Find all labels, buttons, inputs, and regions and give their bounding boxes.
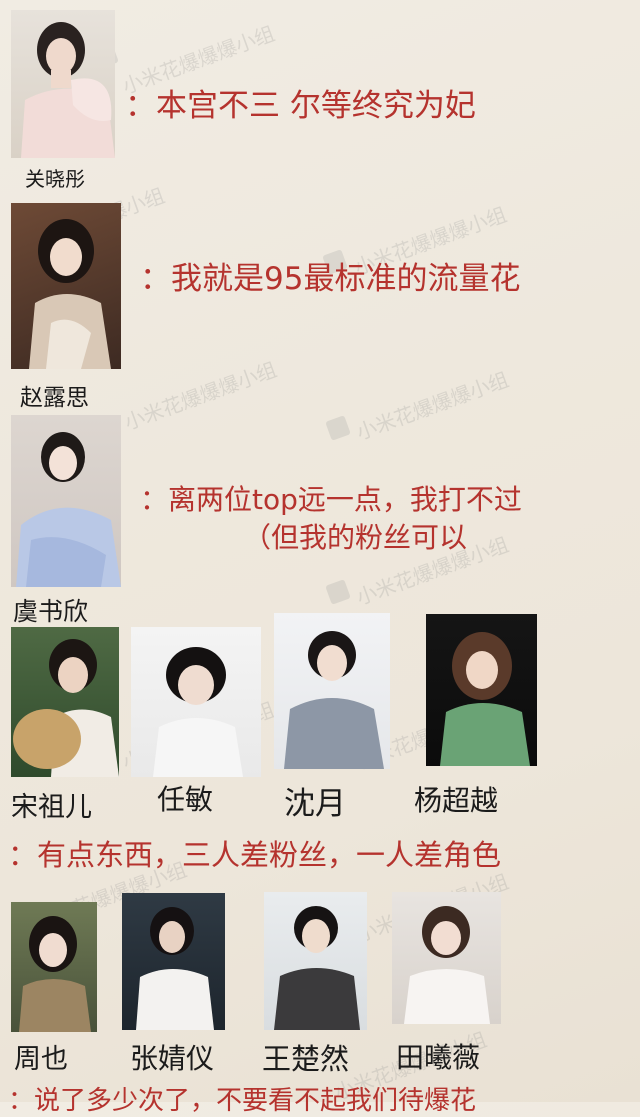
portrait-photo <box>426 614 537 766</box>
portrait-photo <box>392 892 501 1024</box>
portrait-photo <box>11 902 97 1032</box>
portrait-photo <box>274 613 390 769</box>
person-name: 周也 <box>14 1044 68 1075</box>
portrait-photo <box>11 627 119 777</box>
watermark: 小米花爆爆爆小组 <box>121 357 280 435</box>
watermark-logo-icon <box>325 415 351 441</box>
portrait-photo <box>11 10 115 158</box>
person-name: 田曦薇 <box>396 1041 481 1074</box>
person-name: 关晓彤 <box>25 167 85 191</box>
person-name: 赵露思 <box>20 385 89 411</box>
quote-text: ：本宫不三 尔等终究为妃 <box>125 88 476 124</box>
person-name: 宋祖儿 <box>11 792 92 823</box>
person-name: 沈月 <box>284 786 346 822</box>
quote-text: ：离两位top远一点，我打不过 <box>140 483 522 516</box>
quote-text: ：说了多少次了，不要看不起我们待爆花 <box>8 1086 477 1116</box>
meme-image: 小米花爆爆爆小组 小米花爆爆爆小组 小米花爆爆爆小组 小米花爆爆爆小组 小米花爆… <box>0 0 640 1116</box>
person-name: 任敏 <box>157 783 214 816</box>
quote-text: ：我就是95最标准的流量花 <box>140 261 521 297</box>
portrait-photo <box>264 892 367 1030</box>
watermark-logo-icon <box>325 579 351 605</box>
watermark: 小米花爆爆爆小组 <box>353 367 512 445</box>
person-name: 杨超越 <box>414 784 499 817</box>
portrait-photo <box>11 415 121 587</box>
quote-text: （但我的粉丝可以 <box>243 521 468 554</box>
portrait-photo <box>11 203 121 369</box>
portrait-photo <box>131 627 261 777</box>
quote-text: ：有点东西，三人差粉丝，一人差角色 <box>8 838 502 872</box>
portrait-photo <box>122 893 225 1030</box>
person-name: 王楚然 <box>262 1042 350 1076</box>
person-name: 张婧仪 <box>130 1042 215 1075</box>
person-name: 虞书欣 <box>13 597 89 626</box>
